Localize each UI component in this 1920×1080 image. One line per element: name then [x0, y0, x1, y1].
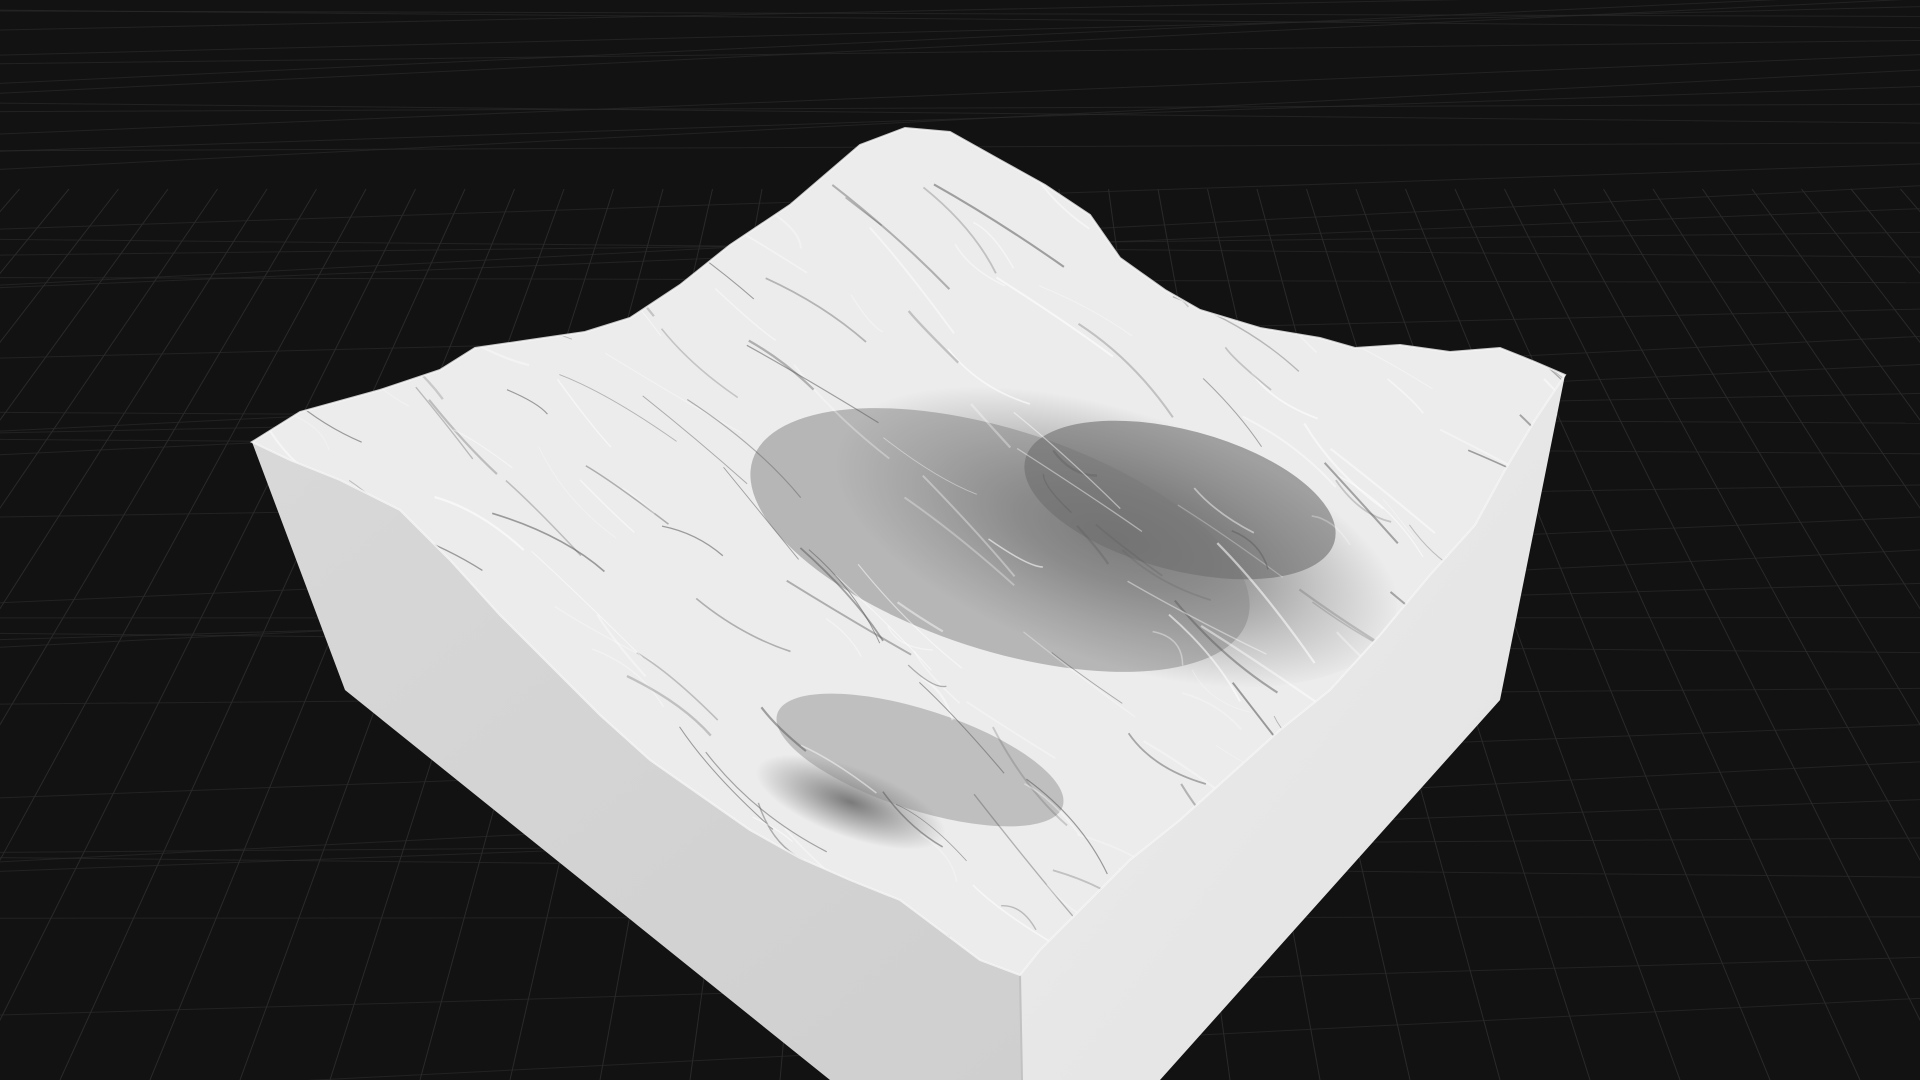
grid-line — [0, 39, 1920, 65]
erosion-ridge — [556, 135, 636, 187]
erosion-ridge — [1412, 934, 1466, 975]
erosion-ridge — [1437, 808, 1476, 840]
erosion-ridge — [440, 260, 485, 294]
erosion-ridge — [1324, 968, 1436, 975]
erosion-ridge — [367, 170, 455, 288]
erosion-ridge — [764, 128, 822, 156]
grid-line — [1553, 188, 1920, 862]
erosion-ridge — [1266, 951, 1357, 975]
erosion-ridge — [1165, 137, 1296, 206]
erosion-ridge — [503, 175, 600, 242]
erosion-ridge — [660, 176, 699, 206]
grid-line — [1504, 188, 1920, 1022]
grid-line — [1702, 188, 1920, 509]
erosion-ridge — [1364, 146, 1392, 182]
grid-line — [1751, 188, 1920, 421]
erosion-ridge — [1162, 142, 1228, 218]
grid-line — [1454, 188, 1861, 1080]
erosion-ridge — [628, 128, 695, 189]
erosion-ridge — [281, 795, 347, 863]
grid-line — [1900, 188, 1920, 213]
grid-line — [0, 54, 1920, 135]
erosion-ridge — [1432, 245, 1493, 323]
erosion-ridge — [344, 909, 414, 975]
erosion-ridge — [1380, 194, 1428, 234]
erosion-ridge — [262, 928, 329, 966]
erosion-ridge — [1064, 158, 1115, 207]
erosion-ridge — [279, 800, 314, 829]
erosion-ridge — [584, 247, 655, 317]
grid-line — [1850, 188, 1920, 275]
grid-line — [0, 188, 70, 275]
erosion-ridge — [452, 277, 573, 340]
erosion-ridge — [1103, 196, 1186, 247]
erosion-ridge — [1474, 850, 1565, 963]
erosion-ridge — [1455, 942, 1492, 975]
erosion-ridge — [288, 953, 350, 975]
erosion-ridge — [359, 213, 415, 243]
erosion-ridge — [293, 302, 339, 362]
erosion-ridge — [384, 947, 492, 975]
3d-viewport[interactable] — [0, 0, 1920, 1080]
terrain-scene[interactable] — [0, 0, 1920, 1080]
erosion-ridge — [1299, 234, 1336, 278]
grid-line — [1801, 188, 1920, 344]
erosion-ridge — [1494, 128, 1560, 167]
erosion-ridge — [1480, 816, 1565, 891]
erosion-ridge — [415, 892, 509, 971]
grid-line — [1652, 188, 1920, 610]
erosion-ridge — [1459, 270, 1542, 352]
erosion-ridge — [1370, 901, 1486, 968]
erosion-ridge — [1389, 879, 1489, 961]
erosion-ridge — [319, 175, 440, 276]
erosion-ridge — [1519, 854, 1547, 886]
erosion-ridge — [1525, 597, 1565, 654]
erosion-ridge — [607, 128, 688, 231]
erosion-ridge — [409, 819, 504, 873]
erosion-ridge — [420, 220, 470, 259]
erosion-ridge — [295, 276, 346, 344]
erosion-ridge — [466, 133, 550, 243]
grid-line — [1603, 188, 1920, 726]
erosion-ridge — [1544, 727, 1565, 802]
grid-line — [0, 188, 20, 213]
erosion-ridge — [576, 928, 625, 963]
grid-line — [0, 103, 1920, 113]
